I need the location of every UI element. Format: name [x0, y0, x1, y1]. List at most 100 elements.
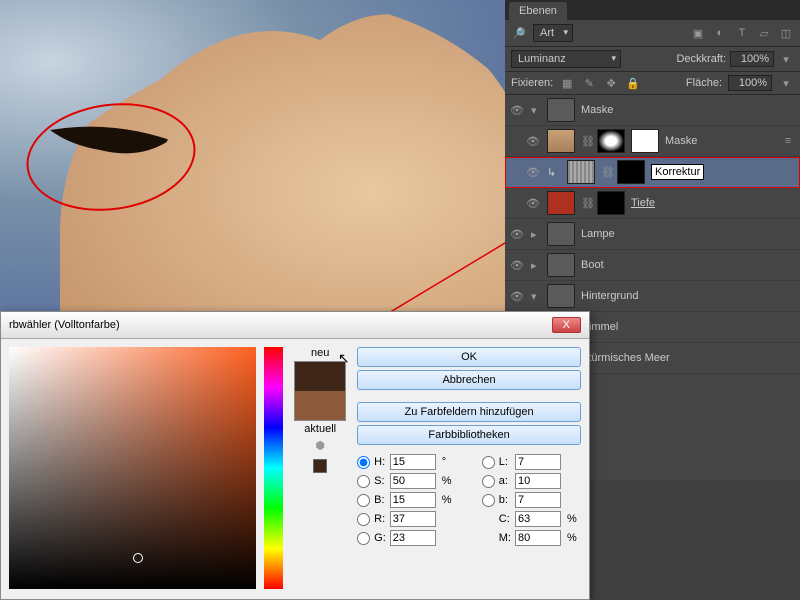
r-label: R: [374, 513, 386, 525]
visibility-icon[interactable]: 👁 [509, 104, 525, 117]
visibility-icon[interactable]: 👁 [509, 228, 525, 241]
bb-input[interactable] [515, 492, 561, 508]
cancel-button[interactable]: Abbrechen [357, 370, 581, 390]
g-input[interactable] [390, 530, 436, 546]
filter-smart-icon[interactable]: ◫ [778, 25, 794, 41]
visibility-icon[interactable]: 👁 [509, 290, 525, 303]
saturation-value-field[interactable] [9, 347, 256, 589]
websafe-swatch[interactable] [313, 459, 327, 473]
clip-indicator-icon: ↳ [547, 166, 561, 179]
color-picker-dialog: rbwähler (Volltonfarbe) X neu aktuell ⬢ … [0, 311, 590, 600]
layer-name-edit[interactable]: Korrektur [651, 164, 704, 180]
close-button[interactable]: X [552, 317, 581, 333]
blend-mode-dropdown[interactable]: Luminanz [511, 50, 621, 68]
disclosure-icon[interactable]: ▾ [531, 290, 541, 303]
chevron-down-icon[interactable]: ▾ [778, 75, 794, 91]
layer-menu-icon[interactable]: ≡ [780, 133, 796, 149]
layer-maske[interactable]: 👁 ⛓ Maske ≡ [505, 126, 800, 157]
visibility-icon[interactable]: 👁 [525, 166, 541, 179]
hue-slider[interactable] [264, 347, 283, 589]
h-input[interactable] [390, 454, 436, 470]
filter-dropdown[interactable]: Art [533, 24, 573, 42]
tab-layers[interactable]: Ebenen [509, 2, 567, 20]
layer-group-boot[interactable]: 👁 ▸ Boot [505, 250, 800, 281]
a-input[interactable] [515, 473, 561, 489]
r-input[interactable] [390, 511, 436, 527]
radio-s[interactable] [357, 475, 370, 488]
canvas-viewport [0, 0, 505, 311]
layer-group-lampe[interactable]: 👁 ▸ Lampe [505, 219, 800, 250]
blend-opacity-row: Luminanz Deckkraft: 100% ▾ [505, 47, 800, 72]
lock-all-icon[interactable]: 🔒 [625, 75, 641, 91]
lock-move-icon[interactable]: ✥ [603, 75, 619, 91]
m-input[interactable] [515, 530, 561, 546]
visibility-icon[interactable]: 👁 [525, 135, 541, 148]
bb-label: b: [499, 494, 511, 506]
layer-thumb [547, 129, 575, 153]
visibility-icon[interactable]: 👁 [525, 197, 541, 210]
h-label: H: [374, 456, 386, 468]
l-label: L: [499, 456, 511, 468]
radio-a[interactable] [482, 475, 495, 488]
color-fields: H:° L: S:% a: B:% b: R: C:% G: M:% [357, 454, 581, 546]
deg-unit: ° [442, 456, 456, 468]
opacity-value[interactable]: 100% [730, 51, 774, 67]
b-input[interactable] [390, 492, 436, 508]
radio-bb[interactable] [482, 494, 495, 507]
fill-label: Fläche: [686, 77, 722, 89]
link-icon[interactable]: ⛓ [601, 166, 611, 179]
websafe-icon[interactable]: ⬢ [312, 437, 328, 453]
visibility-icon[interactable]: 👁 [509, 259, 525, 272]
s-input[interactable] [390, 473, 436, 489]
layer-tiefe[interactable]: 👁 ⛓ Tiefe [505, 188, 800, 219]
b-label: B: [374, 494, 386, 506]
filter-type-icon[interactable]: T [734, 25, 750, 41]
radio-g[interactable] [357, 532, 370, 545]
layer-korrektur[interactable]: 👁 ↳ ⛓ Korrektur [505, 157, 800, 188]
filter-adjust-icon[interactable]: ◐ [712, 25, 728, 41]
link-icon[interactable]: ⛓ [581, 135, 591, 148]
l-input[interactable] [515, 454, 561, 470]
layer-group-maske[interactable]: 👁 ▾ Maske [505, 95, 800, 126]
preview-column: neu aktuell ⬢ [291, 347, 349, 587]
mouse-cursor: ↖ [338, 350, 350, 367]
search-icon[interactable]: 🔎 [511, 25, 527, 41]
libraries-button[interactable]: Farbbibliotheken [357, 425, 581, 445]
disclosure-icon[interactable]: ▸ [531, 259, 541, 272]
folder-icon [547, 222, 575, 246]
dialog-title: rbwähler (Volltonfarbe) [9, 319, 120, 331]
lock-trans-icon[interactable]: ▦ [559, 75, 575, 91]
c-label: C: [499, 513, 511, 525]
ok-button[interactable]: OK [357, 347, 581, 367]
chevron-down-icon[interactable]: ▾ [778, 51, 794, 67]
radio-b[interactable] [357, 494, 370, 507]
radio-h[interactable] [357, 456, 370, 469]
pct-unit: % [567, 513, 581, 525]
pct-unit: % [442, 475, 456, 487]
current-color-swatch[interactable] [295, 391, 345, 420]
filter-shape-icon[interactable]: ▱ [756, 25, 772, 41]
disclosure-icon[interactable]: ▾ [531, 104, 541, 117]
disclosure-icon[interactable]: ▸ [531, 228, 541, 241]
link-icon[interactable]: ⛓ [581, 197, 591, 210]
radio-r[interactable] [357, 513, 370, 526]
filter-image-icon[interactable]: ▣ [690, 25, 706, 41]
radio-l[interactable] [482, 456, 495, 469]
layer-filter-bar: 🔎 Art ▣ ◐ T ▱ ◫ [505, 20, 800, 47]
mask-thumb2 [631, 129, 659, 153]
layer-name: Stürmisches Meer [581, 352, 670, 364]
layer-name: Maske [581, 104, 613, 116]
c-input[interactable] [515, 511, 561, 527]
folder-icon [547, 98, 575, 122]
adjustment-thumb [567, 160, 595, 184]
a-label: a: [499, 475, 511, 487]
current-label: aktuell [304, 423, 336, 435]
mask-thumb [617, 160, 645, 184]
add-swatches-button[interactable]: Zu Farbfeldern hinzufügen [357, 402, 581, 422]
fill-value[interactable]: 100% [728, 75, 772, 91]
lock-paint-icon[interactable]: ✎ [581, 75, 597, 91]
dialog-titlebar[interactable]: rbwähler (Volltonfarbe) X [1, 312, 589, 339]
folder-icon [547, 284, 575, 308]
layer-group-hintergrund[interactable]: 👁 ▾ Hintergrund [505, 281, 800, 312]
pct-unit: % [442, 494, 456, 506]
